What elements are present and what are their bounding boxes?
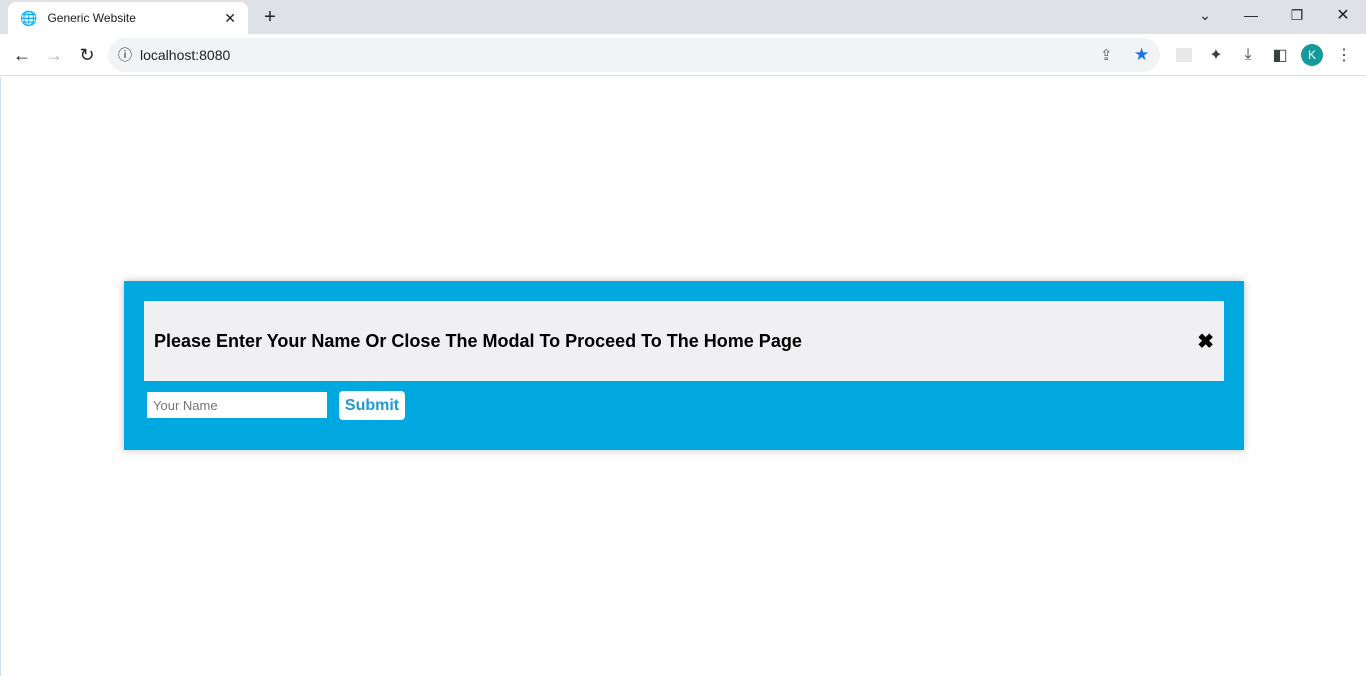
back-icon[interactable]: ←: [10, 43, 34, 67]
sidepanel-icon[interactable]: ◧: [1268, 43, 1292, 67]
browser-toolbar: ← → ↻ ⓘ ⇪ ★ ✦ ⤓ ◧ K ⋮: [0, 34, 1366, 76]
modal-heading: Please Enter Your Name Or Close The Moda…: [154, 330, 802, 351]
close-icon[interactable]: ✕: [224, 10, 236, 27]
name-input[interactable]: [147, 392, 327, 418]
minimize-icon[interactable]: —: [1236, 4, 1266, 26]
submit-button[interactable]: Submit: [339, 391, 405, 420]
globe-icon: 🌐: [20, 9, 38, 26]
name-modal: Please Enter Your Name Or Close The Moda…: [124, 281, 1244, 450]
download-icon[interactable]: ⤓: [1236, 43, 1260, 67]
star-icon[interactable]: ★: [1134, 45, 1149, 65]
share-icon[interactable]: ⇪: [1100, 46, 1113, 64]
tab-title: Generic Website: [47, 11, 136, 25]
window-close-icon[interactable]: ✕: [1328, 4, 1358, 26]
avatar[interactable]: K: [1301, 44, 1323, 66]
forward-icon[interactable]: →: [42, 43, 66, 67]
puzzle-icon[interactable]: ✦: [1204, 43, 1228, 67]
chevron-down-icon[interactable]: ⌄: [1190, 4, 1220, 26]
url-input[interactable]: [140, 47, 440, 63]
plus-icon[interactable]: +: [258, 6, 282, 28]
close-icon[interactable]: ✖: [1197, 329, 1214, 354]
menu-icon[interactable]: ⋮: [1332, 43, 1356, 67]
extension-icon[interactable]: [1172, 43, 1196, 67]
reload-icon[interactable]: ↻: [75, 43, 99, 67]
tab-strip: 🌐 Generic Website ✕ + ⌄ — ❐ ✕: [0, 0, 1366, 34]
info-icon[interactable]: ⓘ: [118, 45, 132, 65]
address-bar[interactable]: ⓘ ⇪ ★: [108, 38, 1160, 72]
tab-generic-website[interactable]: 🌐 Generic Website ✕: [8, 2, 248, 34]
page-content: Please Enter Your Name Or Close The Moda…: [0, 77, 1366, 676]
restore-icon[interactable]: ❐: [1282, 4, 1312, 26]
modal-header: Please Enter Your Name Or Close The Moda…: [144, 301, 1224, 381]
